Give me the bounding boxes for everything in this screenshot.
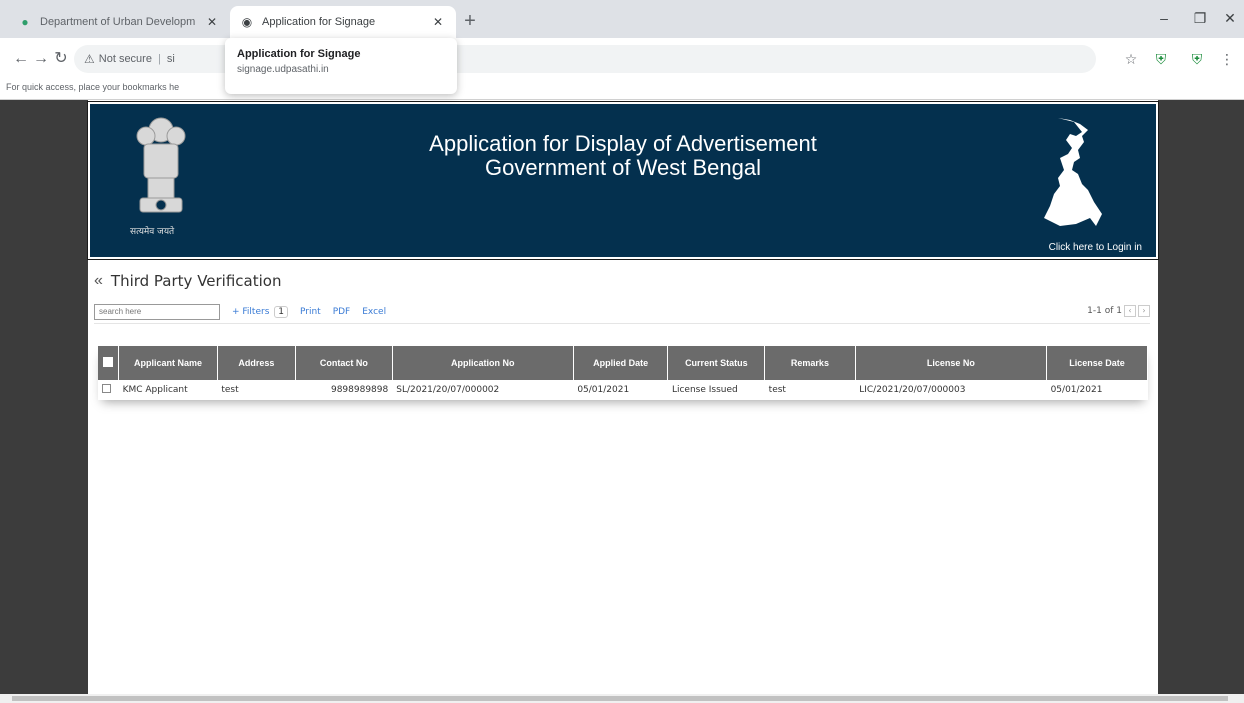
double-chevron-left-icon[interactable]: « xyxy=(94,272,103,290)
column-header[interactable]: License Date xyxy=(1046,346,1148,380)
security-label: Not secure xyxy=(98,53,152,65)
west-bengal-map-icon xyxy=(1044,118,1102,226)
section-title: Third Party Verification xyxy=(110,272,282,290)
filters-button[interactable]: + Filters 1 xyxy=(232,305,288,318)
browser-tab-strip: ● Department of Urban Developm ✕ ◉ Appli… xyxy=(0,0,1244,38)
bookmarks-hint: For quick access, place your bookmarks h… xyxy=(6,82,180,92)
tab-title: Application for Signage xyxy=(262,16,376,28)
bookmarks-bar: For quick access, place your bookmarks h… xyxy=(0,80,1244,100)
tab-urban-development[interactable]: ● Department of Urban Developm ✕ xyxy=(8,6,230,38)
new-tab-button[interactable]: + xyxy=(458,10,482,34)
column-header[interactable]: Applicant Name xyxy=(118,346,218,380)
next-page-icon[interactable]: › xyxy=(1138,305,1150,317)
pager-text: 1-1 of 1 xyxy=(1087,306,1122,316)
menu-kebab-icon[interactable]: ⋮ xyxy=(1216,48,1238,70)
shield-extension-icon-2[interactable]: ⛨ xyxy=(1186,48,1208,70)
shield-extension-icon[interactable]: ⛨ xyxy=(1150,48,1172,70)
search-input[interactable] xyxy=(94,303,220,320)
filters-label: + Filters xyxy=(232,306,270,317)
omnibox-separator: | xyxy=(157,53,161,65)
column-header[interactable]: Current Status xyxy=(667,346,766,380)
excel-button[interactable]: Excel xyxy=(362,307,386,317)
header-banner: सत्यमेव जयते Application for Display of … xyxy=(87,101,1159,260)
section-header: « Third Party Verification xyxy=(94,272,281,290)
droplet-icon: ● xyxy=(21,15,29,29)
table-header-row: Applicant Name Address Contact No Applic… xyxy=(98,346,1148,380)
cell-current-status: License Issued xyxy=(671,385,738,395)
row-checkbox[interactable] xyxy=(98,380,119,400)
page-title: Application for Display of Advertisement xyxy=(429,131,817,156)
column-header[interactable]: License No xyxy=(855,346,1048,380)
column-header[interactable]: Contact No xyxy=(295,346,393,380)
hover-card-title: Application for Signage xyxy=(237,48,361,60)
filters-count-badge: 1 xyxy=(274,305,288,318)
page-viewport: सत्यमेव जयते Application for Display of … xyxy=(8,100,1234,694)
hover-card-url: signage.udpasathi.in xyxy=(237,64,329,75)
reload-icon[interactable]: ↻ xyxy=(50,48,72,70)
cell-contact-no: 9898989898 xyxy=(330,385,389,395)
page-container: सत्यमेव जयते Application for Display of … xyxy=(87,100,1159,694)
url-text: si xyxy=(166,53,175,65)
cell-remarks: test xyxy=(768,385,786,395)
star-icon[interactable]: ☆ xyxy=(1120,48,1142,70)
tab-title: Department of Urban Developm xyxy=(40,16,196,28)
data-grid: Applicant Name Address Contact No Applic… xyxy=(98,346,1148,400)
emblem-caption: सत्यमेव जयते xyxy=(130,227,175,237)
prev-page-icon[interactable]: ‹ xyxy=(1124,305,1136,317)
table-row[interactable]: KMC Applicant test 9898989898 SL/2021/20… xyxy=(98,380,1148,400)
warning-icon: ⚠ xyxy=(84,52,95,66)
column-header[interactable]: Remarks xyxy=(764,346,856,380)
minimize-button[interactable]: – xyxy=(1144,4,1184,32)
forward-arrow-icon[interactable]: → xyxy=(30,48,52,70)
window-close-button[interactable]: ✕ xyxy=(1210,4,1244,32)
column-header[interactable]: Applied Date xyxy=(573,346,669,380)
login-link[interactable]: Click here to Login in xyxy=(1049,242,1142,253)
horizontal-scrollbar[interactable] xyxy=(0,694,1244,703)
column-header[interactable]: Application No xyxy=(392,346,574,380)
cell-applied-date: 05/01/2021 xyxy=(577,385,630,395)
browser-toolbar: ← → ↻ ⚠ Not secure | si ☆ ⛨ ⛨ ⋮ xyxy=(0,38,1244,80)
select-all-checkbox[interactable] xyxy=(98,346,120,380)
cell-application-no: SL/2021/20/07/000002 xyxy=(396,385,500,395)
print-button[interactable]: Print xyxy=(300,307,321,317)
tab-hover-card: Application for Signage signage.udpasath… xyxy=(225,38,457,94)
cell-applicant-name: KMC Applicant xyxy=(122,385,188,395)
column-header[interactable]: Address xyxy=(217,346,297,380)
pdf-button[interactable]: PDF xyxy=(333,307,351,317)
close-icon[interactable]: ✕ xyxy=(430,15,446,29)
close-icon[interactable]: ✕ xyxy=(204,15,220,29)
grid-toolbar: + Filters 1 Print PDF Excel 1-1 of 1 ‹ › xyxy=(94,302,1150,324)
back-arrow-icon[interactable]: ← xyxy=(10,48,32,70)
globe-icon: ◉ xyxy=(241,15,253,29)
pager: 1-1 of 1 ‹ › xyxy=(1087,305,1150,317)
cell-address: test xyxy=(221,385,239,395)
scrollbar-thumb[interactable] xyxy=(12,696,1228,701)
tab-signage[interactable]: ◉ Application for Signage ✕ xyxy=(230,6,456,38)
cell-license-date: 05/01/2021 xyxy=(1050,385,1103,395)
cell-license-no: LIC/2021/20/07/000003 xyxy=(859,385,966,395)
page-subtitle: Government of West Bengal xyxy=(485,155,761,180)
